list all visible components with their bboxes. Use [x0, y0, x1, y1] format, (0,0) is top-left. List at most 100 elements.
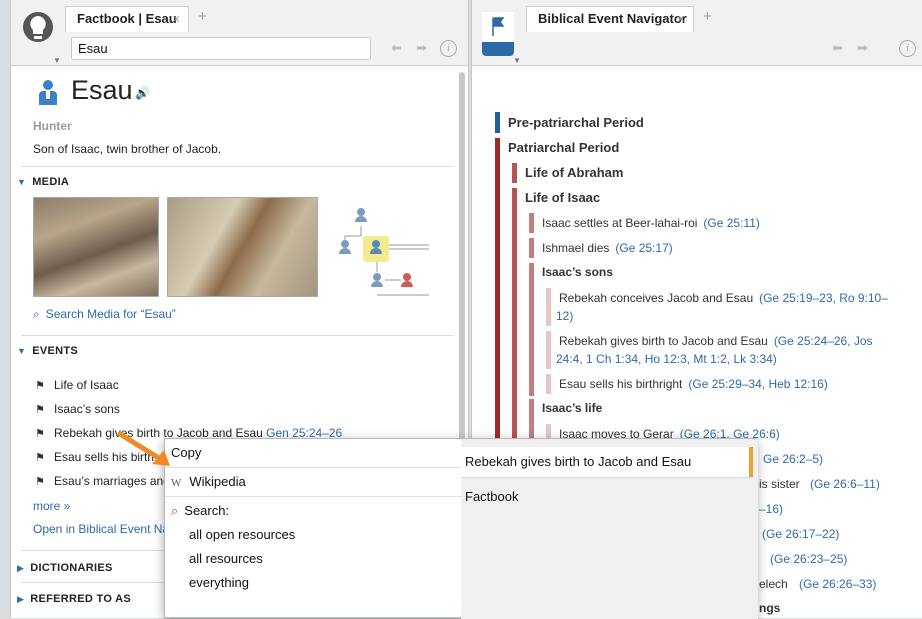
search-input[interactable]: Esau — [71, 37, 371, 60]
timeline-event-continuation[interactable]: 24:4, 1 Ch 1:34, Ho 12:3, Mt 1:2, Lk 3:3… — [556, 352, 777, 366]
timeline-group[interactable]: Isaac’s life — [542, 401, 602, 415]
navigator-tabbar: ▼ Biblical Event Navigator × + ⬅ ➡ i — [472, 0, 922, 66]
app-menu-chevron-down-icon[interactable]: ▼ — [53, 56, 61, 65]
info-icon[interactable]: i — [440, 40, 457, 57]
collapse-triangle-icon: ▼ — [17, 346, 27, 356]
lightbulb-icon[interactable] — [21, 10, 55, 50]
scrollbar[interactable] — [459, 72, 465, 452]
timeline-event[interactable]: Esau sells his birthright (Ge 25:29–34, H… — [559, 377, 828, 391]
section-media-header[interactable]: ▼ MEDIA — [17, 176, 69, 188]
menu-item-wikipedia[interactable]: W Wikipedia — [171, 474, 246, 489]
event-label: Esau’s marriages and — [54, 474, 170, 488]
entity-description: Son of Isaac, twin brother of Jacob. — [33, 142, 222, 156]
scripture-reference-link[interactable]: (Ge 25:29–34, Heb 12:16) — [688, 377, 827, 391]
timeline-label: Isaac settles at Beer-lahai-roi — [542, 216, 698, 230]
close-icon[interactable]: × — [677, 7, 685, 31]
scripture-reference-link[interactable]: (Ge 26:26–33) — [799, 577, 876, 591]
entity-title: Esau — [71, 75, 133, 105]
scripture-reference-link[interactable]: (Ge 25:11) — [703, 216, 759, 230]
event-item[interactable]: ⚑ Life of Isaac — [35, 378, 119, 392]
collapse-triangle-icon: ▼ — [17, 177, 27, 187]
search-media-label: Search Media for “Esau” — [45, 307, 176, 321]
search-icon: ⌕ — [171, 503, 179, 518]
scripture-reference-link[interactable]: (Ge 25:24–26, Jos — [774, 334, 873, 348]
timeline-label: ngs — [759, 601, 781, 615]
timeline-event[interactable]: Rebekah conceives Jacob and Esau (Ge 25:1… — [559, 291, 888, 305]
entity-role: Hunter — [33, 119, 72, 133]
timeline-bar — [546, 374, 551, 394]
search-icon: ⌕ — [33, 307, 40, 321]
timeline-label: Pre-patriarchal Period — [508, 115, 644, 130]
divider — [165, 467, 461, 468]
media-thumbnail[interactable] — [167, 197, 318, 297]
scripture-reference-link[interactable]: (Ge 26:17–22) — [762, 527, 839, 541]
search-media-link[interactable]: ⌕ Search Media for “Esau” — [33, 307, 176, 322]
scripture-reference-link[interactable]: (Ge 26:6–11) — [810, 477, 880, 491]
menu-item-search-everything[interactable]: everything — [189, 575, 249, 590]
menu-item-search-all-resources[interactable]: all resources — [189, 551, 263, 566]
section-label: REFERRED TO AS — [30, 593, 132, 605]
scripture-reference-link[interactable]: 24:4, 1 Ch 1:34, Ho 12:3, Mt 1:2, Lk 3:3… — [556, 352, 777, 366]
back-arrow-icon[interactable]: ⬅ — [391, 40, 402, 56]
family-tree-thumbnail[interactable] — [337, 200, 429, 300]
menu-item-factbook[interactable]: Factbook — [465, 489, 518, 504]
timeline-group[interactable]: Life of Isaac — [525, 190, 600, 205]
scripture-reference-link[interactable]: 12) — [556, 309, 573, 323]
timeline-period[interactable]: Patriarchal Period — [508, 140, 619, 155]
section-referred-header[interactable]: ▶ REFERRED TO AS — [17, 593, 131, 605]
audio-icon[interactable]: 🔊 — [135, 86, 150, 100]
scripture-reference-link[interactable]: (Ge 25:19–23, Ro 9:10– — [759, 291, 888, 305]
add-tab-button[interactable]: + — [198, 8, 207, 25]
selected-text-label: Rebekah gives birth to Jacob and Esau — [465, 454, 692, 469]
menu-item-label: Wikipedia — [189, 474, 246, 489]
add-tab-button[interactable]: + — [703, 8, 712, 25]
event-item[interactable]: ⚑ Isaac’s sons — [35, 402, 120, 416]
timeline-period[interactable]: Pre-patriarchal Period — [508, 115, 644, 130]
tab-factbook[interactable]: Factbook | Esau × — [65, 6, 189, 32]
more-events-link[interactable]: more » — [33, 499, 70, 513]
timeline-group[interactable]: Isaac’s sons — [542, 265, 613, 279]
timeline-event[interactable]: Isaac settles at Beer-lahai-roi (Ge 25:11… — [542, 216, 760, 230]
app-menu-chevron-down-icon[interactable]: ▼ — [513, 56, 521, 65]
forward-arrow-icon[interactable]: ➡ — [416, 40, 427, 56]
close-icon[interactable]: × — [172, 7, 180, 31]
timeline-label: Esau sells his birthright — [559, 377, 683, 391]
timeline-bar — [512, 163, 517, 183]
timeline-group[interactable]: Life of Abraham — [525, 165, 623, 180]
timeline-event[interactable]: Ishmael dies (Ge 25:17) — [542, 241, 673, 255]
timeline-label: elech — [759, 577, 788, 591]
menu-item-search-open-resources[interactable]: all open resources — [189, 527, 295, 542]
info-icon[interactable]: i — [899, 40, 916, 57]
timeline-event[interactable]: Rebekah gives birth to Jacob and Esau (Ge… — [559, 334, 873, 348]
tab-label: Biblical Event Navigator — [538, 11, 687, 26]
search-label: ⌕ Search: — [171, 503, 229, 519]
divider — [461, 477, 753, 478]
flag-icon: ⚑ — [35, 404, 45, 416]
open-event-navigator-link[interactable]: Open in Biblical Event Na — [33, 522, 169, 536]
media-thumbnail[interactable] — [33, 197, 159, 297]
back-arrow-icon[interactable]: ⬅ — [832, 40, 843, 56]
divider — [165, 496, 461, 497]
section-dictionaries-header[interactable]: ▶ DICTIONARIES — [17, 562, 113, 574]
event-navigator-app-icon[interactable] — [482, 12, 514, 56]
section-label: MEDIA — [32, 176, 70, 188]
tab-label: Factbook | Esau — [77, 11, 177, 26]
timeline-event-continuation[interactable]: 12) — [556, 309, 573, 323]
event-item[interactable]: ⚑ Esau’s marriages and — [35, 474, 170, 488]
tab-event-navigator[interactable]: Biblical Event Navigator × — [526, 6, 694, 32]
timeline-label: Ishmael dies — [542, 241, 610, 255]
timeline-bar — [495, 112, 500, 133]
forward-arrow-icon[interactable]: ➡ — [857, 40, 868, 56]
timeline-label: Life of Abraham — [525, 165, 624, 180]
section-events-header[interactable]: ▼ EVENTS — [17, 345, 78, 357]
scripture-reference-link[interactable]: Ge 26:2–5) — [763, 452, 823, 466]
scripture-reference-link[interactable]: –16) — [759, 502, 783, 516]
event-label: Life of Isaac — [54, 378, 119, 392]
timeline-bar — [529, 238, 534, 258]
scripture-reference-link[interactable]: (Ge 25:17) — [615, 241, 672, 255]
timeline-label: Life of Isaac — [525, 190, 601, 205]
event-label: Isaac’s sons — [54, 402, 120, 416]
flag-icon: ⚑ — [35, 428, 45, 440]
flag-icon: ⚑ — [35, 476, 45, 488]
scripture-reference-link[interactable]: (Ge 26:23–25) — [770, 552, 847, 566]
